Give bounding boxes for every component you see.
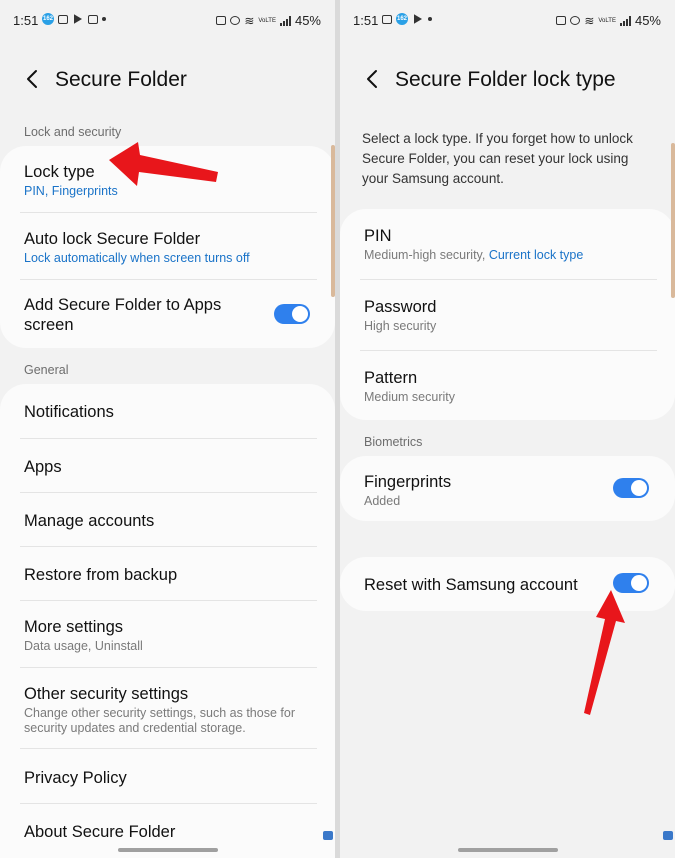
restore-backup-item[interactable]: Restore from backup [24, 565, 317, 585]
back-arrow-icon [367, 70, 377, 88]
about-item[interactable]: About Secure Folder [24, 822, 317, 842]
lock-options-card: PIN Medium-high security, Current lock t… [340, 209, 675, 420]
back-arrow-icon [27, 70, 37, 88]
signal-icon [619, 15, 631, 26]
fingerprints-subtitle: Added [364, 494, 401, 508]
notifications-item[interactable]: Notifications [24, 402, 317, 422]
status-time: 1:51 [353, 13, 379, 28]
signal-icon [279, 15, 291, 26]
wifi-icon: ≋ [244, 13, 255, 28]
general-card: Notifications Apps Manage accounts Resto… [0, 384, 335, 858]
back-button[interactable] [362, 68, 384, 90]
apps-title: Apps [24, 458, 62, 476]
notifications-title: Notifications [24, 403, 114, 421]
telegram-icon [414, 14, 422, 24]
app-header: Secure Folder lock type [340, 62, 675, 100]
fingerprints-toggle[interactable] [613, 478, 649, 498]
lock-type-description: Select a lock type. If you forget how to… [362, 131, 633, 186]
section-label-lock-security: Lock and security [24, 125, 122, 139]
page-title: Secure Folder lock type [395, 68, 616, 91]
pattern-title: Pattern [364, 369, 418, 387]
folder-icon [216, 16, 227, 25]
more-settings-title: More settings [24, 618, 124, 636]
volte-icon: VoLTE [598, 17, 616, 24]
page-title: Secure Folder [55, 68, 187, 91]
password-title: Password [364, 298, 437, 316]
current-lock-label: Current lock type [488, 248, 584, 262]
pattern-option[interactable]: Pattern Medium security [364, 368, 657, 405]
pattern-subtitle: Medium security [364, 390, 455, 404]
gallery-icon [58, 14, 68, 24]
about-title: About Secure Folder [24, 823, 176, 841]
notification-badge-icon: 162 [396, 13, 408, 25]
annotation-arrow-right [584, 590, 625, 715]
back-button[interactable] [22, 68, 44, 90]
nav-handle[interactable] [458, 848, 558, 852]
annotation-arrow-left [109, 142, 218, 186]
app-header: Secure Folder [0, 62, 335, 100]
password-subtitle: High security [364, 319, 437, 333]
secure-folder-screen: 1:51 162 ≋ VoLTE 45% Secure Folder Lock … [0, 0, 335, 858]
notification-badge-icon: 162 [42, 13, 54, 25]
section-label-biometrics: Biometrics [364, 435, 423, 449]
nav-handle[interactable] [118, 848, 218, 852]
wifi-icon: ≋ [584, 13, 595, 28]
alarm-icon [230, 16, 241, 25]
pin-title: PIN [364, 227, 392, 245]
image-icon [88, 14, 98, 24]
manage-accounts-title: Manage accounts [24, 512, 155, 530]
apps-item[interactable]: Apps [24, 457, 317, 477]
alarm-icon [570, 16, 581, 25]
more-settings-subtitle: Data usage, Uninstall [24, 639, 143, 653]
privacy-policy-item[interactable]: Privacy Policy [24, 768, 317, 788]
pin-option[interactable]: PIN Medium-high security, Current lock t… [364, 226, 657, 263]
scrollbar[interactable] [671, 143, 675, 298]
pin-subtitle: Medium-high security, [364, 248, 489, 262]
folder-icon [556, 16, 567, 25]
biometrics-card: Fingerprints Added [340, 456, 675, 521]
restore-backup-title: Restore from backup [24, 566, 178, 584]
status-bar: 1:51 162 ≋ VoLTE 45% [340, 0, 675, 40]
lock-type-screen: 1:51 162 ≋ VoLTE 45% Secure Folder lock … [340, 0, 675, 858]
screenshot-tool-icon [323, 831, 333, 840]
battery-text: 45% [294, 13, 321, 28]
volte-icon: VoLTE [258, 17, 276, 24]
other-security-title: Other security settings [24, 685, 189, 703]
manage-accounts-item[interactable]: Manage accounts [24, 511, 317, 531]
gallery-icon [382, 14, 392, 24]
screenshot-tool-icon [663, 831, 673, 840]
password-option[interactable]: Password High security [364, 297, 657, 334]
status-time: 1:51 [13, 13, 39, 28]
more-notifications-icon [102, 17, 106, 21]
more-settings-item[interactable]: More settings Data usage, Uninstall [24, 617, 317, 654]
more-notifications-icon [428, 17, 432, 21]
other-security-item[interactable]: Other security settings Change other sec… [24, 684, 317, 736]
status-bar: 1:51 162 ≋ VoLTE 45% [0, 0, 335, 40]
battery-text: 45% [634, 13, 661, 28]
section-label-general: General [24, 363, 69, 377]
other-security-subtitle: Change other security settings, such as … [24, 706, 295, 735]
telegram-icon [74, 14, 82, 24]
privacy-policy-title: Privacy Policy [24, 769, 127, 787]
